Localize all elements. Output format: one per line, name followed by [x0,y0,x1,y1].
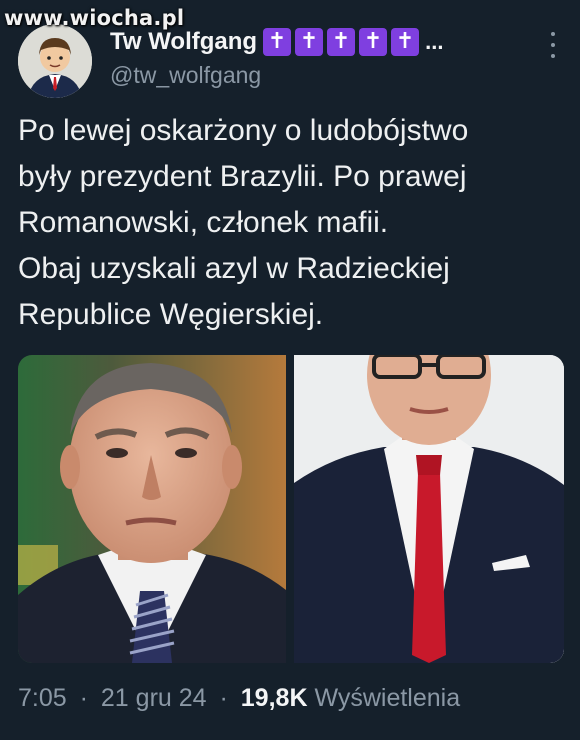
tweet-text-line: Obaj uzyskali azyl w Radzieckiej [18,252,450,285]
tweet-header: Tw Wolfgang ✝ ✝ ✝ ✝ ✝ ... @tw_wolfgang [18,22,562,102]
cross-icon: ✝ [391,28,420,56]
tweet-text-line: Romanowski, członek mafii. [18,206,389,239]
separator: · [79,684,88,712]
tweet-date[interactable]: 21 gru 24 [101,684,207,712]
tweet-text-line: Republice Węgierskiej. [18,298,324,331]
display-name[interactable]: Tw Wolfgang [110,28,257,56]
tweet-meta: 7:05 · 21 gru 24 · 19,8K Wyświetlenia [18,684,460,713]
photo-right[interactable] [294,355,564,663]
tweet-text: Po lewej oskarżony o ludobójstwo były pr… [18,108,566,338]
avatar[interactable] [18,24,92,98]
cross-icon: ✝ [263,28,292,56]
photo-left[interactable] [18,355,286,663]
cross-icon: ✝ [295,28,324,56]
name-badges: ✝ ✝ ✝ ✝ ✝ [263,28,423,56]
views-label[interactable]: Wyświetlenia [314,684,460,712]
tweet-text-line: Po lewej oskarżony o ludobójstwo [18,114,469,147]
cross-icon: ✝ [327,28,356,56]
tweet-text-line: były prezydent Brazylii. Po prawej [18,160,467,193]
tweet-media[interactable] [18,355,564,663]
watermark: www.wiocha.pl [4,6,185,30]
tweet-time[interactable]: 7:05 [18,684,67,712]
separator: · [219,684,228,712]
more-vertical-icon[interactable] [548,32,558,58]
name-row: Tw Wolfgang ✝ ✝ ✝ ✝ ✝ ... [110,28,443,56]
name-ellipsis: ... [425,29,444,54]
user-handle[interactable]: @tw_wolfgang [110,62,261,89]
cross-icon: ✝ [359,28,388,56]
views-count[interactable]: 19,8K [241,684,308,712]
